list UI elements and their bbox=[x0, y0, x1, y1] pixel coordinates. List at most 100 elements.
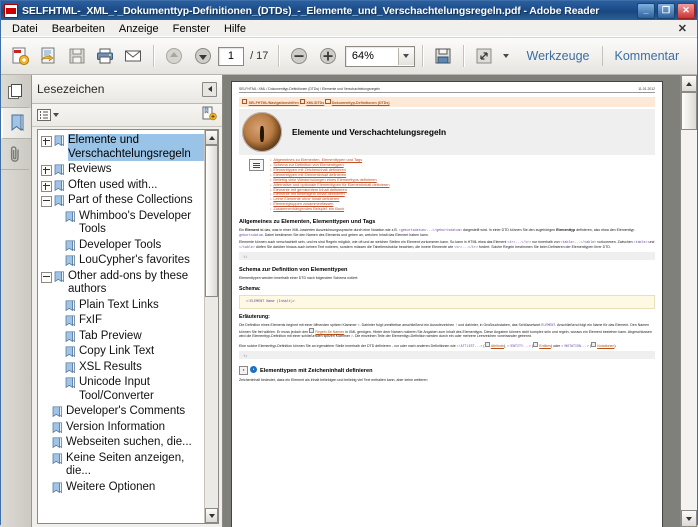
menu-bearbeiten[interactable]: Bearbeiten bbox=[45, 22, 112, 36]
chevron-down-icon[interactable] bbox=[53, 113, 59, 117]
bookmark-expander-icon[interactable] bbox=[41, 196, 52, 207]
new-bookmark-icon[interactable] bbox=[202, 106, 217, 124]
bookmark-expander-icon[interactable] bbox=[54, 212, 63, 221]
previous-page-icon[interactable] bbox=[161, 42, 187, 70]
toc-link[interactable]: Zusammenhängendes Beispiel: ein Buch bbox=[273, 206, 344, 211]
bookmark-expander-icon[interactable] bbox=[54, 301, 63, 310]
zoom-combobox[interactable]: 64% bbox=[344, 45, 415, 67]
collapse-left-icon[interactable] bbox=[202, 81, 217, 97]
bookmark-expander-icon[interactable] bbox=[54, 378, 63, 387]
bookmark-item[interactable]: XSL Results bbox=[54, 360, 204, 376]
maximize-button[interactable]: ❐ bbox=[657, 2, 675, 19]
page-number-input[interactable]: 1 bbox=[217, 46, 245, 66]
zoom-out-button[interactable] bbox=[286, 42, 312, 70]
bookmark-expander-icon[interactable] bbox=[54, 241, 63, 250]
bookmark-expander-icon[interactable] bbox=[41, 454, 50, 463]
bookmark-item[interactable]: Keine Seiten anzeigen, die... bbox=[41, 451, 204, 480]
bookmark-expander-icon[interactable] bbox=[41, 180, 52, 192]
bookmark-item[interactable]: Copy Link Text bbox=[54, 344, 204, 360]
zoom-in-button[interactable] bbox=[315, 42, 341, 70]
menu-hilfe[interactable]: Hilfe bbox=[217, 22, 253, 36]
bookmark-expander-icon[interactable] bbox=[41, 165, 52, 176]
bookmark-item[interactable]: Unicode Input Tool/Converter bbox=[54, 375, 204, 404]
scroll-down-button[interactable] bbox=[205, 508, 218, 523]
bookmark-item[interactable]: Tab Preview bbox=[54, 329, 204, 345]
tools-button[interactable]: Werkzeuge bbox=[515, 49, 602, 63]
doc-scroll-track[interactable] bbox=[681, 130, 697, 510]
bookmark-icon bbox=[54, 195, 64, 207]
bookmark-item[interactable]: Version Information bbox=[41, 420, 204, 436]
menu-close-document-button[interactable]: ✕ bbox=[672, 22, 693, 35]
adobe-reader-icon bbox=[4, 3, 18, 18]
minimize-button[interactable]: _ bbox=[637, 2, 655, 19]
fit-page-icon[interactable] bbox=[471, 42, 497, 70]
bookmark-icon bbox=[52, 406, 62, 418]
close-button[interactable]: ✕ bbox=[677, 2, 695, 19]
options-list-icon[interactable] bbox=[37, 109, 59, 121]
save-as-icon[interactable] bbox=[430, 42, 456, 70]
bookmark-item[interactable]: Often used with... bbox=[41, 178, 204, 194]
bookmark-item[interactable]: Developer Tools bbox=[54, 238, 204, 254]
bookmark-item[interactable]: FxIF bbox=[54, 313, 204, 329]
toc-item[interactable]: ↓Zusammenhängendes Beispiel: ein Buch bbox=[270, 206, 390, 212]
bookmark-expander-icon[interactable] bbox=[54, 332, 63, 341]
toc-arrow-icon: ↓ bbox=[270, 206, 272, 212]
menu-anzeige[interactable]: Anzeige bbox=[112, 22, 166, 36]
updown-marker-1[interactable]: ↑↓ bbox=[239, 252, 655, 261]
bookmark-item[interactable]: Part of these Collections bbox=[41, 193, 204, 209]
bookmark-item[interactable]: Plain Text Links bbox=[54, 298, 204, 314]
breadcrumb-link-0[interactable]: SELFHTML/Navigationshilfen bbox=[249, 101, 299, 105]
bookmark-item[interactable]: Other add-ons by these authors bbox=[41, 269, 204, 298]
bookmarks-toolbar bbox=[32, 104, 222, 127]
comment-button[interactable]: Kommentar bbox=[603, 49, 692, 63]
bookmarks-icon[interactable] bbox=[1, 108, 31, 139]
toolbar-right-group: Werkzeuge Kommentar bbox=[515, 46, 692, 66]
bookmarks-tree[interactable]: Elemente und Verschachtelungsregeln Revie… bbox=[38, 130, 204, 523]
bookmark-expander-icon[interactable] bbox=[41, 423, 50, 432]
bookmark-item[interactable]: Weitere Optionen bbox=[41, 480, 204, 496]
pdf-page[interactable]: SELFHTML: XML / Dokumenttyp-Definitionen… bbox=[231, 81, 663, 527]
bookmark-expander-icon[interactable] bbox=[54, 363, 63, 372]
bookmark-item[interactable]: Whimboo's Developer Tools bbox=[54, 209, 204, 238]
bookmark-label: Unicode Input Tool/Converter bbox=[79, 376, 154, 402]
scroll-up-button[interactable] bbox=[205, 130, 218, 145]
bookmark-expander-icon[interactable] bbox=[41, 407, 50, 416]
toc-menu-icon[interactable] bbox=[249, 159, 264, 172]
bookmark-expander-icon[interactable] bbox=[54, 316, 63, 325]
bookmark-item[interactable]: Webseiten suchen, die... bbox=[41, 435, 204, 451]
bookmark-expander-icon[interactable] bbox=[54, 347, 63, 356]
doc-scroll-down-button[interactable] bbox=[681, 510, 697, 527]
menu-datei[interactable]: Datei bbox=[5, 22, 45, 36]
bookmark-item[interactable]: Reviews bbox=[41, 162, 204, 178]
fit-dropdown-arrow[interactable] bbox=[499, 42, 512, 70]
doc-scroll-thumb[interactable] bbox=[681, 92, 697, 130]
bookmark-item[interactable]: Developer's Comments bbox=[41, 404, 204, 420]
export-pdf-icon[interactable] bbox=[35, 42, 61, 70]
bookmark-expander-icon[interactable] bbox=[41, 483, 50, 492]
breadcrumb-link-2[interactable]: Dokumenttyp-Definitionen (DTDs) bbox=[332, 101, 390, 105]
document-vertical-scrollbar[interactable] bbox=[680, 75, 697, 527]
attachments-icon[interactable] bbox=[1, 139, 29, 170]
bookmark-expander-icon[interactable] bbox=[54, 256, 63, 265]
scroll-track[interactable] bbox=[205, 297, 218, 508]
updown-marker-2[interactable]: ↑↓ bbox=[239, 351, 655, 360]
doc-scroll-up-button[interactable] bbox=[681, 75, 697, 92]
email-icon[interactable] bbox=[120, 42, 146, 70]
menu-fenster[interactable]: Fenster bbox=[166, 22, 217, 36]
zoom-dropdown-arrow[interactable] bbox=[397, 47, 414, 65]
save-icon[interactable] bbox=[64, 42, 90, 70]
bookmark-expander-icon[interactable] bbox=[41, 438, 50, 447]
next-page-icon[interactable] bbox=[190, 42, 216, 70]
page-thumbnails-icon[interactable] bbox=[1, 77, 29, 108]
bookmark-item[interactable]: Elemente und Verschachtelungsregeln bbox=[41, 133, 204, 162]
bookmark-expander-icon[interactable] bbox=[41, 136, 52, 147]
bookmarks-scrollbar[interactable] bbox=[204, 130, 218, 523]
scroll-thumb[interactable] bbox=[205, 145, 218, 297]
bookmark-item[interactable]: LouCypher's favorites bbox=[54, 253, 204, 269]
pdf-header-date: 11.01.2012 bbox=[638, 87, 655, 91]
breadcrumb-link-1[interactable]: XML/DTDs bbox=[306, 101, 324, 105]
create-pdf-icon[interactable] bbox=[7, 42, 33, 70]
bookmark-label: Developer's Comments bbox=[66, 405, 186, 417]
print-icon[interactable] bbox=[92, 42, 118, 70]
bookmark-expander-icon[interactable] bbox=[41, 271, 52, 283]
